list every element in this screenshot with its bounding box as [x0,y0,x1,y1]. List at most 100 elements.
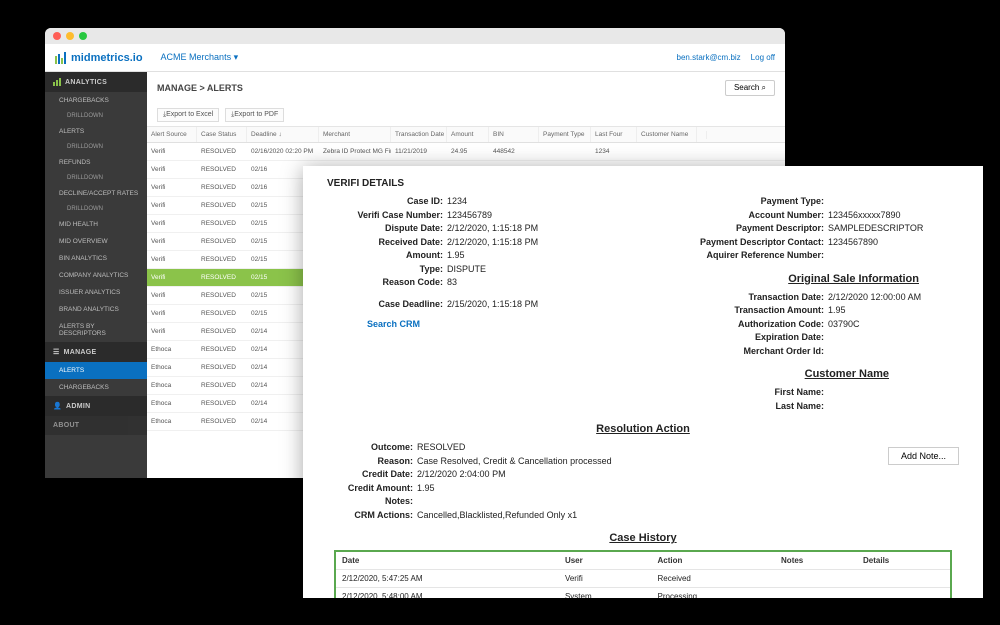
sidebar-item[interactable]: ISSUER ANALYTICS [45,284,147,301]
logoff-link[interactable]: Log off [751,53,775,62]
k-fn: First Name: [658,386,828,400]
table-cell: 24.95 [447,143,489,160]
table-cell: Ethoca [147,413,197,430]
table-row[interactable]: 2/12/2020, 5:47:25 AMVerifiReceived [335,570,951,588]
table-cell: Verifi [147,287,197,304]
minimize-icon[interactable] [66,32,74,40]
sidebar-item[interactable]: DRILLDOWN [45,171,147,185]
table-row[interactable]: VerifiRESOLVED02/16/2020 02:20 PMZebra I… [147,143,785,161]
v-tamt: 1.95 [828,304,846,318]
sidebar-item[interactable]: DRILLDOWN [45,202,147,216]
table-cell: 02/16/2020 02:20 PM [247,143,319,160]
sidebar-section-manage[interactable]: ☰ MANAGE [45,342,147,362]
k-ddate: Dispute Date: [327,222,447,236]
table-row[interactable]: 2/12/2020, 5:48:00 AMSystemProcessing [335,588,951,599]
sidebar-item[interactable]: BRAND ANALYTICS [45,301,147,318]
sidebar-item[interactable]: CHARGEBACKS [45,92,147,109]
sidebar: ANALYTICS CHARGEBACKSDRILLDOWNALERTSDRIL… [45,72,147,478]
column-header[interactable] [697,131,707,139]
column-header[interactable]: Customer Name [637,127,697,142]
sidebar-item[interactable]: MID HEALTH [45,216,147,233]
sidebar-manage-label: MANAGE [64,349,97,356]
table-cell: RESOLVED [197,359,247,376]
table-cell [857,588,951,599]
table-cell [539,147,591,157]
column-header: User [559,551,652,570]
search-button[interactable]: Search ⌕ [725,80,775,96]
k-credit-amt: Credit Amount: [327,482,417,496]
table-cell: RESOLVED [197,215,247,232]
customer-title: Customer Name [658,368,889,380]
v-case-id: 1234 [447,195,467,209]
brand-pre: mid [71,52,91,64]
k-tamt: Transaction Amount: [658,304,828,318]
v-pd: SAMPLEDESCRIPTOR [828,222,923,236]
brand-suf: .io [130,52,143,64]
table-cell: RESOLVED [197,251,247,268]
sidebar-item[interactable]: DRILLDOWN [45,109,147,123]
table-cell: Verifi [147,323,197,340]
sidebar-section-about[interactable]: ABOUT [45,416,147,435]
sidebar-item[interactable]: CHARGEBACKS [45,379,147,396]
k-pd: Payment Descriptor: [658,222,828,236]
k-type: Type: [327,263,447,277]
maximize-icon[interactable] [79,32,87,40]
sidebar-analytics-label: ANALYTICS [65,79,107,86]
v-tdate: 2/12/2020 12:00:00 AM [828,291,921,305]
table-cell: 448542 [489,143,539,160]
sidebar-item[interactable]: ALERTS BY DESCRIPTORS [45,318,147,342]
breadcrumb: MANAGE > ALERTS Search ⌕ [147,72,785,104]
sidebar-section-admin[interactable]: 👤 ADMIN [45,396,147,416]
v-amt: 1.95 [447,249,465,263]
column-header[interactable]: Case Status [197,127,247,142]
export-pdf-button[interactable]: ⤓Export to PDF [225,108,284,122]
table-cell: Zebra ID Protect MG First Data [319,143,391,160]
column-header: Action [652,551,776,570]
search-crm-link[interactable]: Search CRM [367,319,420,329]
v-auth: 03790C [828,318,860,332]
v-ddate: 2/12/2020, 1:15:18 PM [447,222,538,236]
k-arn: Aquirer Reference Number: [658,249,828,263]
sidebar-item[interactable]: ALERTS [45,362,147,379]
export-excel-button[interactable]: ⤓Export to Excel [157,108,219,122]
column-header[interactable]: Transaction Date [391,127,447,142]
resolution-title: Resolution Action [327,423,959,435]
user-icon: 👤 [53,402,62,410]
column-header[interactable]: Deadline ↓ [247,127,319,142]
sidebar-item[interactable]: DRILLDOWN [45,140,147,154]
table-cell: RESOLVED [197,161,247,178]
merchant-dropdown[interactable]: ACME Merchants ▾ [161,52,239,63]
table-cell: Verifi [147,143,197,160]
column-header[interactable]: Payment Type [539,127,591,142]
k-pt: Payment Type: [658,195,828,209]
sidebar-item[interactable]: MID OVERVIEW [45,233,147,250]
table-cell: 2/12/2020, 5:47:25 AM [335,570,559,588]
user-link[interactable]: ben.stark@cm.biz [677,53,741,62]
sidebar-section-analytics[interactable]: ANALYTICS [45,72,147,92]
add-note-button[interactable]: Add Note... [888,447,959,465]
k-amt: Amount: [327,249,447,263]
sidebar-admin-label: ADMIN [66,403,90,410]
column-header[interactable]: Alert Source [147,127,197,142]
close-icon[interactable] [53,32,61,40]
table-cell: RESOLVED [197,197,247,214]
column-header[interactable]: Amount [447,127,489,142]
column-header[interactable]: Merchant [319,127,391,142]
column-header[interactable]: Last Four [591,127,637,142]
sidebar-item[interactable]: DECLINE/ACCEPT RATES [45,185,147,202]
sidebar-item[interactable]: ALERTS [45,123,147,140]
brand-logo[interactable]: midmetrics.io [55,52,143,64]
table-cell: Verifi [147,197,197,214]
sidebar-item[interactable]: REFUNDS [45,154,147,171]
top-bar: midmetrics.io ACME Merchants ▾ ben.stark… [45,44,785,72]
table-cell: Verifi [147,233,197,250]
table-header: Alert SourceCase StatusDeadline ↓Merchan… [147,127,785,143]
k-cdl: Case Deadline: [327,298,447,312]
sidebar-item[interactable]: COMPANY ANALYTICS [45,267,147,284]
table-cell: Received [652,570,776,588]
v-type: DISPUTE [447,263,486,277]
column-header[interactable]: BIN [489,127,539,142]
column-header: Date [335,551,559,570]
column-header: Notes [775,551,857,570]
sidebar-item[interactable]: BIN ANALYTICS [45,250,147,267]
